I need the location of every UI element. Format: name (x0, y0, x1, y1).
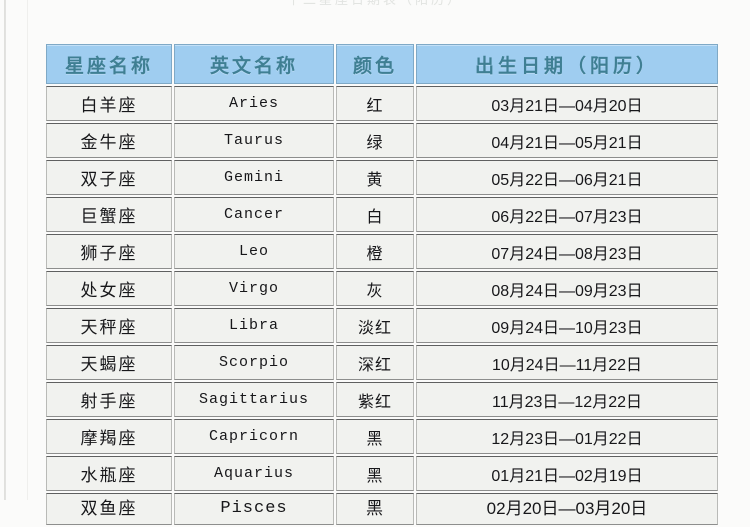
cell-birth-date: 12月23日—01月22日 (416, 419, 718, 454)
cell-color: 深红 (336, 345, 414, 380)
table-row: 射手座 Sagittarius 紫红 11月23日—12月22日 (46, 382, 718, 417)
table-row: 水瓶座 Aquarius 黑 01月21日—02月19日 (46, 456, 718, 491)
table-header: 星座名称 英文名称 颜色 出生日期（阳历） (46, 44, 718, 84)
cell-zodiac-name: 射手座 (46, 382, 172, 417)
cell-color: 淡红 (336, 308, 414, 343)
cell-zodiac-name: 狮子座 (46, 234, 172, 269)
cell-birth-date: 02月20日—03月20日 (416, 493, 718, 525)
cell-color: 黑 (336, 419, 414, 454)
cell-english-name: Capricorn (174, 419, 334, 454)
cell-zodiac-name: 水瓶座 (46, 456, 172, 491)
cell-birth-date: 10月24日—11月22日 (416, 345, 718, 380)
cell-color: 白 (336, 197, 414, 232)
cell-color: 灰 (336, 271, 414, 306)
column-header-english-name: 英文名称 (174, 44, 334, 84)
cell-zodiac-name: 双子座 (46, 160, 172, 195)
cell-birth-date: 04月21日—05月21日 (416, 123, 718, 158)
cell-birth-date: 11月23日—12月22日 (416, 382, 718, 417)
table-row: 双鱼座 Pisces 黑 02月20日—03月20日 (46, 493, 718, 525)
zodiac-table: 星座名称 英文名称 颜色 出生日期（阳历） 白羊座 Aries 红 03月21日—04… (44, 42, 720, 527)
cell-zodiac-name: 处女座 (46, 271, 172, 306)
cell-color: 黄 (336, 160, 414, 195)
cell-birth-date: 01月21日—02月19日 (416, 456, 718, 491)
cell-birth-date: 07月24日—08月23日 (416, 234, 718, 269)
cell-zodiac-name: 双鱼座 (46, 493, 172, 525)
clipped-page-heading: 十二星座日期表（阳历） (0, 0, 750, 6)
cell-birth-date: 06月22日—07月23日 (416, 197, 718, 232)
cell-birth-date: 08月24日—09月23日 (416, 271, 718, 306)
cell-birth-date: 09月24日—10月23日 (416, 308, 718, 343)
page-gutter-left (4, 0, 6, 500)
column-header-birth-date: 出生日期（阳历） (416, 44, 718, 84)
cell-english-name: Sagittarius (174, 382, 334, 417)
table-row: 双子座 Gemini 黄 05月22日—06月21日 (46, 160, 718, 195)
column-header-color: 颜色 (336, 44, 414, 84)
cell-english-name: Virgo (174, 271, 334, 306)
table-row: 巨蟹座 Cancer 白 06月22日—07月23日 (46, 197, 718, 232)
cell-english-name: Aries (174, 86, 334, 121)
cell-english-name: Pisces (174, 493, 334, 525)
cell-color: 黑 (336, 456, 414, 491)
zodiac-table-container: 星座名称 英文名称 颜色 出生日期（阳历） 白羊座 Aries 红 03月21日—04… (44, 42, 718, 527)
page-gutter-inner (27, 0, 28, 500)
cell-color: 紫红 (336, 382, 414, 417)
cell-english-name: Taurus (174, 123, 334, 158)
cell-zodiac-name: 金牛座 (46, 123, 172, 158)
table-row: 处女座 Virgo 灰 08月24日—09月23日 (46, 271, 718, 306)
cell-birth-date: 05月22日—06月21日 (416, 160, 718, 195)
table-body: 白羊座 Aries 红 03月21日—04月20日 金牛座 Taurus 绿 04月21日—0… (46, 86, 718, 525)
cell-zodiac-name: 天秤座 (46, 308, 172, 343)
cell-english-name: Aquarius (174, 456, 334, 491)
cell-color: 红 (336, 86, 414, 121)
table-row: 金牛座 Taurus 绿 04月21日—05月21日 (46, 123, 718, 158)
cell-zodiac-name: 白羊座 (46, 86, 172, 121)
cell-english-name: Cancer (174, 197, 334, 232)
table-row: 天蝎座 Scorpio 深红 10月24日—11月22日 (46, 345, 718, 380)
cell-color: 橙 (336, 234, 414, 269)
cell-english-name: Leo (174, 234, 334, 269)
cell-birth-date: 03月21日—04月20日 (416, 86, 718, 121)
table-row: 狮子座 Leo 橙 07月24日—08月23日 (46, 234, 718, 269)
column-header-zodiac-name: 星座名称 (46, 44, 172, 84)
cell-color: 绿 (336, 123, 414, 158)
cell-zodiac-name: 天蝎座 (46, 345, 172, 380)
cell-english-name: Scorpio (174, 345, 334, 380)
cell-english-name: Libra (174, 308, 334, 343)
table-header-row: 星座名称 英文名称 颜色 出生日期（阳历） (46, 44, 718, 84)
table-row: 天秤座 Libra 淡红 09月24日—10月23日 (46, 308, 718, 343)
cell-zodiac-name: 摩羯座 (46, 419, 172, 454)
cell-color: 黑 (336, 493, 414, 525)
table-row: 白羊座 Aries 红 03月21日—04月20日 (46, 86, 718, 121)
cell-english-name: Gemini (174, 160, 334, 195)
table-row: 摩羯座 Capricorn 黑 12月23日—01月22日 (46, 419, 718, 454)
cell-zodiac-name: 巨蟹座 (46, 197, 172, 232)
